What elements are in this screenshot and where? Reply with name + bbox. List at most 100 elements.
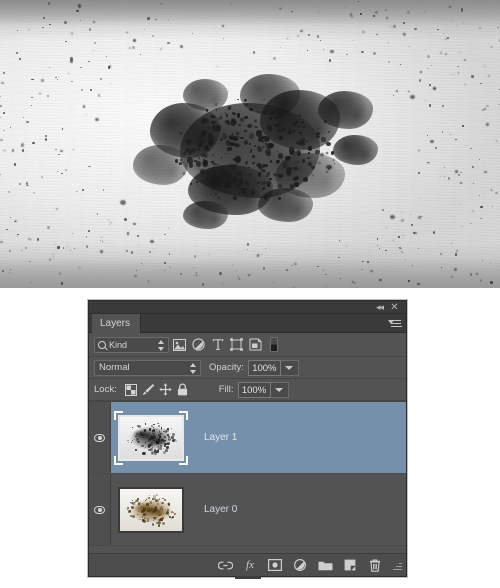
new-adjustment-layer-button[interactable] (292, 557, 308, 573)
splatter-speck (41, 26, 45, 29)
splatter-speck (65, 40, 67, 43)
panel-bottom-toolbar: fx (89, 553, 406, 579)
link-layers-button[interactable] (217, 557, 233, 573)
splatter-speck (361, 51, 364, 54)
splatter-speck (21, 143, 24, 147)
new-group-button[interactable] (317, 557, 333, 573)
thumbnail-speck (162, 502, 165, 505)
splatter-speck (27, 28, 30, 31)
splatter-speck (225, 152, 227, 154)
opacity-input[interactable]: 100% (247, 359, 281, 376)
thumbnail-speck (134, 501, 137, 504)
delete-layer-button[interactable] (367, 557, 383, 573)
splatter-speck (403, 32, 407, 36)
blend-mode-select[interactable]: Normal (94, 359, 201, 376)
panel-drag-handle[interactable] (234, 576, 261, 579)
fill-input[interactable]: 100% (237, 381, 271, 398)
thumbnail-speck (140, 431, 142, 434)
opacity-dropdown-button[interactable] (280, 359, 299, 376)
lock-all-icon[interactable] (174, 382, 191, 398)
lock-position-icon[interactable] (157, 382, 174, 398)
splatter-speck (123, 218, 127, 222)
thumbnail-speck (155, 517, 157, 519)
layer-name-label[interactable]: Layer 0 (204, 504, 237, 515)
splatter-speck (8, 191, 11, 194)
layer-style-button[interactable]: fx (242, 557, 258, 573)
splatter-speck (389, 25, 391, 27)
resize-grip[interactable] (393, 561, 402, 570)
splatter-speck (210, 160, 214, 164)
thumbnail-speck (139, 518, 142, 521)
thumbnail-speck (162, 439, 165, 442)
splatter-speck (49, 24, 51, 26)
splatter-speck (11, 149, 15, 153)
splatter-speck (248, 173, 253, 176)
splatter-speck (290, 151, 293, 155)
splatter-speck (410, 214, 412, 216)
filter-adjustment-icon[interactable] (190, 336, 207, 353)
filter-pixel-icon[interactable] (171, 336, 188, 353)
splatter-speck (260, 180, 266, 185)
filter-smart-object-icon[interactable] (247, 336, 264, 353)
splatter-speck (236, 113, 241, 118)
splatter-speck (398, 236, 401, 238)
close-icon[interactable]: ✕ (388, 302, 401, 313)
thumbnail-speck (146, 499, 148, 501)
splatter-speck (482, 260, 484, 261)
splatter-speck (484, 108, 487, 111)
layer-thumbnail[interactable] (114, 410, 188, 465)
splatter-speck (30, 239, 32, 241)
thumbnail-speck (138, 510, 139, 512)
layer-visibility-toggle[interactable] (89, 402, 111, 473)
splatter-speck (296, 34, 300, 38)
splatter-speck (361, 31, 365, 34)
splatter-speck (126, 231, 130, 236)
filter-kind-select[interactable]: Kind (94, 336, 169, 353)
add-layer-mask-button[interactable] (267, 557, 283, 573)
splatter-speck (228, 164, 233, 167)
splatter-speck (480, 82, 482, 85)
splatter-speck (292, 129, 295, 132)
splatter-speck (55, 243, 57, 245)
splatter-speck (183, 128, 186, 130)
layer-visibility-toggle[interactable] (89, 474, 111, 545)
splatter-speck (385, 9, 388, 12)
fx-label: fx (246, 559, 254, 571)
lock-label: Lock: (94, 384, 117, 395)
collapse-to-icons-icon[interactable]: ◂◂ (373, 302, 386, 313)
filter-type-icon[interactable] (209, 336, 226, 353)
splatter-speck (26, 120, 29, 124)
thumbnail-speck (153, 439, 155, 442)
thumbnail-speck (158, 449, 159, 450)
lock-transparent-pixels-icon[interactable] (123, 382, 140, 398)
splatter-speck (325, 170, 329, 173)
splatter-speck (405, 259, 406, 261)
thumbnail-speck (158, 498, 160, 500)
tab-layers[interactable]: Layers (92, 314, 142, 333)
splatter-speck (132, 46, 135, 49)
splatter-speck (490, 46, 493, 49)
layers-panel: ◂◂ ✕ Layers Kind Normal Opacity: 100% Lo… (88, 300, 407, 579)
splatter-speck (66, 245, 69, 247)
splatter-speck (0, 104, 3, 107)
filter-enable-toggle[interactable] (270, 337, 278, 352)
splatter-speck (48, 67, 50, 69)
splatter-speck (444, 53, 448, 56)
panel-menu-icon[interactable] (388, 318, 402, 329)
layer-name-label[interactable]: Layer 1 (204, 432, 237, 443)
splatter-speck (263, 110, 267, 115)
splatter-speck (325, 141, 331, 147)
thumbnail-speck (164, 430, 168, 433)
layer-thumbnail[interactable] (118, 486, 184, 533)
table-row[interactable]: Layer 0 (89, 474, 406, 546)
new-layer-button[interactable] (342, 557, 358, 573)
splatter-speck (92, 49, 94, 51)
splatter-speck (454, 253, 458, 256)
splatter-speck (418, 172, 421, 174)
layers-list[interactable]: Layer 1 Layer 0 (89, 401, 406, 553)
lock-image-pixels-icon[interactable] (140, 382, 157, 398)
splatter-speck (76, 191, 78, 192)
table-row[interactable]: Layer 1 (89, 402, 406, 474)
fill-dropdown-button[interactable] (270, 381, 289, 398)
filter-shape-icon[interactable] (228, 336, 245, 353)
